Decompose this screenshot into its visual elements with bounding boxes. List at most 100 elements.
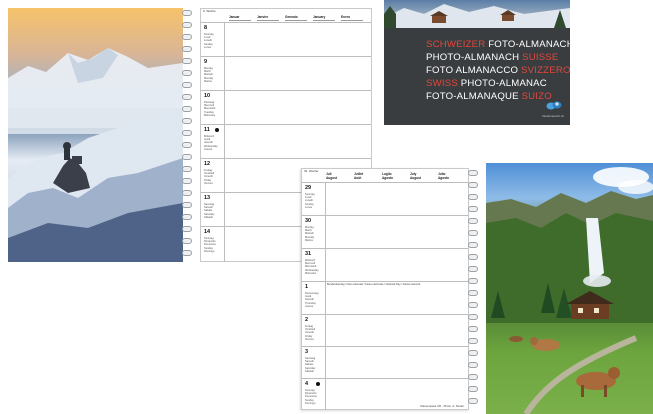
spiral-ring: [182, 226, 192, 232]
day-name: Viernes: [305, 337, 314, 341]
spiral-ring: [468, 290, 478, 296]
day-names: Freitag Vendredi Venerdì Friday Viernes: [204, 169, 214, 185]
day-names: Sonntag Lundi Lunedì Sunday Lunes: [204, 33, 214, 49]
cover-accent-text: SCHWEIZER: [426, 39, 486, 50]
full-moon-icon: [215, 128, 219, 132]
day-name: Lunes: [305, 205, 313, 209]
day-names: Mittwoch Jeudi Giovedì Wednesday Jueves: [204, 135, 218, 151]
spiral-ring: [468, 230, 478, 236]
day-cell: 14 Sonntag Dimanche Domenica Sunday Domi…: [201, 227, 225, 262]
cover-title-line: PHOTO-ALMANACH SUISSE: [426, 52, 559, 63]
cover-text: PHOTO-ALMANAC: [457, 78, 547, 89]
day-name: Martes: [305, 238, 313, 242]
cover-text: FOTO-ALMANACH: [485, 39, 570, 50]
spiral-ring: [182, 250, 192, 256]
cover-title-line: SWISS PHOTO-ALMANAC: [426, 78, 547, 89]
day-number: 8: [204, 25, 208, 31]
month-it: Gennaio: [285, 15, 298, 19]
day-number: 10: [204, 93, 211, 99]
month-fr: Janvier: [257, 15, 269, 19]
month-underline: [285, 20, 307, 21]
spiral-ring: [468, 266, 478, 272]
month-de: Januar: [229, 15, 240, 19]
month-underline: [257, 20, 279, 21]
day-names: Dienstag Mercredi Mercoledì Tuesday Miér…: [204, 101, 215, 117]
day-number: 2: [305, 317, 309, 323]
calendar-header: 9. Woche Januar Janvier Gennaio January …: [201, 9, 371, 23]
day-row[interactable]: 11 Mittwoch Jeudi Giovedì Wednesday Juev…: [201, 125, 371, 159]
day-cell: 29 Sonntag Lundi Lunedì Sunday Lunes: [302, 183, 326, 215]
spiral-ring: [182, 34, 192, 40]
publisher-url: fotoalmanach.ch: [541, 114, 564, 118]
publisher-logo-icon: [546, 101, 562, 110]
month-en-second: August: [410, 176, 421, 180]
mountain-sunrise-photo: [8, 8, 183, 262]
day-name: Miércoles: [204, 113, 216, 117]
month-fr-second: Août: [354, 176, 362, 180]
cover-text: PHOTO-ALMANACH: [426, 52, 523, 63]
day-row[interactable]: 4 Sonntag Dimanche Domenica Sunday Domin…: [302, 379, 468, 410]
calendar-header: 31. Woche Juli August Juillet Août Lugli…: [302, 169, 468, 183]
day-cell: 4 Sonntag Dimanche Domenica Sunday Domin…: [302, 379, 326, 410]
cover-photo-strip: [384, 0, 570, 28]
spiral-ring: [468, 218, 478, 224]
day-name: Martes: [204, 79, 212, 83]
day-cell: 13 Samstag Samedi Sabato Saturday Sábado: [201, 193, 225, 226]
spiral-ring: [468, 170, 478, 176]
day-number: 13: [204, 195, 211, 201]
spiral-ring: [182, 10, 192, 16]
day-number: 29: [305, 185, 312, 191]
month-underline: [229, 20, 251, 21]
day-row[interactable]: 3 Samstag Samedi Sabato Saturday Sábado: [302, 347, 468, 379]
day-row[interactable]: 9 Montag Mardi Martedì Monday Martes: [201, 57, 371, 91]
month-es: Enero: [341, 15, 351, 19]
cover-accent-text: SUISSE: [522, 52, 559, 63]
day-cell: 8 Sonntag Lundi Lunedì Sunday Lunes: [201, 23, 225, 56]
day-cell: 9 Montag Mardi Martedì Monday Martes: [201, 57, 225, 90]
day-name: Jueves: [305, 304, 314, 308]
day-row[interactable]: 1 Donnerstag Jeudi Giovedì Thursday Juev…: [302, 282, 468, 315]
photo-caption: Klausenpass UR · Photo: A. Studer: [420, 404, 464, 408]
week-label: 9. Woche: [203, 9, 216, 13]
day-number: 9: [204, 59, 208, 65]
almanac-cover: SCHWEIZER FOTO-ALMANACH PHOTO-ALMANACH S…: [384, 0, 570, 125]
spiral-ring: [468, 374, 478, 380]
spiral-ring: [468, 206, 478, 212]
spiral-ring: [182, 190, 192, 196]
day-number: 12: [204, 161, 211, 167]
day-name: Domingo: [204, 249, 215, 253]
day-cell: 12 Freitag Vendredi Venerdì Friday Viern…: [201, 159, 225, 192]
cover-text: FOTO-ALMANAQUE: [426, 91, 522, 102]
spiral-ring: [468, 350, 478, 356]
spiral-ring: [182, 166, 192, 172]
day-row[interactable]: 8 Sonntag Lundi Lunedì Sunday Lunes: [201, 23, 371, 57]
cover-title-line: SCHWEIZER FOTO-ALMANACH: [426, 39, 570, 50]
day-name: Lunes: [204, 45, 212, 49]
day-names: Montag Mardi Martedì Monday Martes: [204, 67, 213, 83]
day-number: 1: [305, 284, 309, 290]
day-row[interactable]: 2 Freitag Vendredi Venerdì Friday Vierne…: [302, 315, 468, 347]
day-row[interactable]: 29 Sonntag Lundi Lunedì Sunday Lunes: [302, 183, 468, 216]
day-names: Freitag Vendredi Venerdì Friday Viernes: [305, 325, 315, 341]
day-names: Sonntag Dimanche Domenica Sunday Domingo: [305, 389, 317, 405]
alpine-meadow-photo: [486, 163, 653, 414]
cover-accent-text: SWISS: [426, 78, 458, 89]
day-name: Viernes: [204, 181, 213, 185]
day-cell: 1 Donnerstag Jeudi Giovedì Thursday Juev…: [302, 282, 326, 314]
day-cell: 2 Freitag Vendredi Venerdì Friday Vierne…: [302, 315, 326, 346]
spiral-ring: [468, 386, 478, 392]
cover-landscape: [384, 4, 570, 28]
month-underline: [341, 20, 363, 21]
cover-title-line: FOTO ALMANACCO SVIZZERO: [426, 65, 570, 76]
day-names: Samstag Samedi Sabato Saturday Sábado: [305, 357, 315, 373]
day-row[interactable]: 31 Mittwoch Mercredi Mercoledì Wednesday…: [302, 249, 468, 282]
day-cell: 31 Mittwoch Mercredi Mercoledì Wednesday…: [302, 249, 326, 281]
day-names: Mittwoch Mercredi Mercoledì Wednesday Mi…: [305, 259, 319, 275]
spiral-ring: [182, 214, 192, 220]
day-row[interactable]: 30 Montag Mardi Martedì Monday Martes: [302, 216, 468, 249]
day-cell: 30 Montag Mardi Martedì Monday Martes: [302, 216, 326, 248]
cover-text: FOTO ALMANACCO: [426, 65, 522, 76]
spiral-ring: [468, 278, 478, 284]
day-row[interactable]: 10 Dienstag Mercredi Mercoledì Tuesday M…: [201, 91, 371, 125]
spiral-ring: [182, 22, 192, 28]
